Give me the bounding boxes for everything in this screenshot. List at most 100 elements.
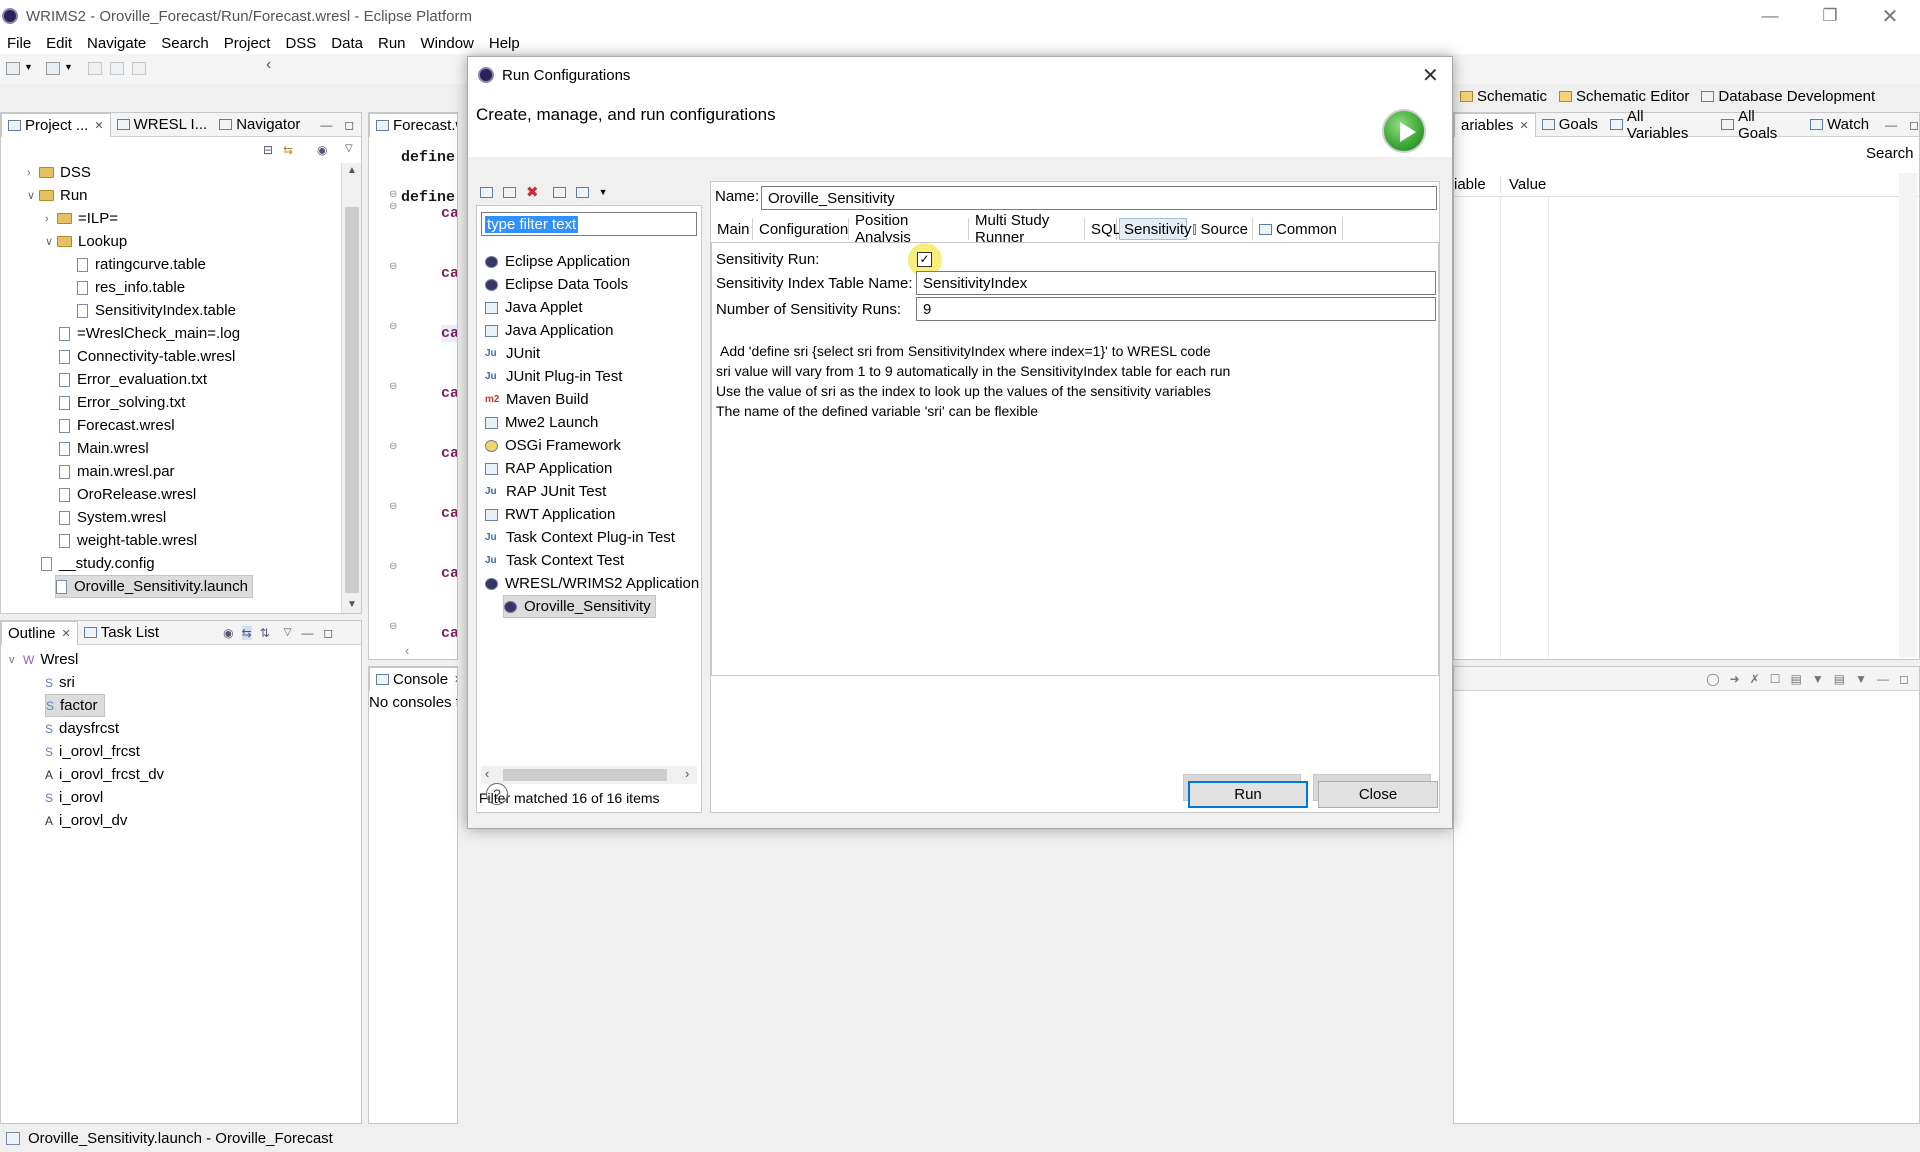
minimize-view-icon[interactable]: — <box>1885 118 1897 132</box>
perspective-database-development[interactable]: Database Development <box>1718 88 1875 105</box>
fold-icon[interactable]: ⊖ <box>389 381 397 392</box>
chevron-right-icon[interactable]: › <box>27 167 39 179</box>
close-icon[interactable]: ✕ <box>454 673 457 686</box>
outline-item[interactable]: Si_orovl_frcst <box>45 740 140 763</box>
launch-type-item[interactable]: Java Applet <box>485 296 583 319</box>
fold-icon[interactable]: ⊖ <box>389 441 397 452</box>
outline-item[interactable]: Sfactor <box>45 694 105 717</box>
tree-scrollbar[interactable]: ▲ ▼ <box>341 163 361 613</box>
chevron-down-icon[interactable]: ∨ <box>27 189 39 202</box>
tree-file[interactable]: OroRelease.wresl <box>59 483 196 506</box>
tree-file[interactable]: Connectivity-table.wresl <box>59 345 235 368</box>
filter-config-icon[interactable] <box>575 186 589 198</box>
close-icon[interactable]: ✕ <box>1520 119 1529 132</box>
fold-icon[interactable]: ⊖ <box>389 261 397 272</box>
scroll-left-icon[interactable]: ‹ <box>405 643 409 658</box>
remove-icon[interactable]: ✗ <box>1750 672 1760 686</box>
launch-type-item[interactable]: Ju JUnit <box>485 342 540 365</box>
outline-item[interactable]: Ssri <box>45 671 75 694</box>
tab-source[interactable]: Source <box>1189 218 1253 240</box>
tab-navigator[interactable]: Navigator <box>213 113 306 137</box>
close-window-icon[interactable]: ✕ <box>1860 0 1920 32</box>
fold-icon[interactable]: ⊖ <box>389 501 397 512</box>
tree-file[interactable]: Main.wresl <box>59 437 149 460</box>
step-icon[interactable]: ➜ <box>1730 672 1740 686</box>
tree-file[interactable]: ratingcurve.table <box>77 253 206 276</box>
launch-type-item[interactable]: Eclipse Application <box>485 250 630 273</box>
fold-icon[interactable]: ⊖ <box>389 321 397 332</box>
tree-file[interactable]: Oroville_Sensitivity.launch <box>55 575 253 598</box>
minimize-view-icon[interactable]: — <box>320 118 332 132</box>
fold-icon[interactable]: ⊖ <box>389 561 397 572</box>
chevron-down-icon[interactable]: ∨ <box>45 235 57 248</box>
outline-item[interactable]: Sdaysfrcst <box>45 717 119 740</box>
chevron-right-icon[interactable]: › <box>45 213 57 225</box>
fold-icon[interactable]: ⊖ <box>389 189 397 200</box>
maximize-view-icon[interactable]: ◻ <box>323 626 333 640</box>
tab-all-goals[interactable]: All Goals <box>1715 108 1804 142</box>
column-variable[interactable]: iable <box>1454 176 1500 193</box>
launch-type-item[interactable]: Mwe2 Launch <box>485 411 598 434</box>
help-icon[interactable]: ? <box>486 783 508 805</box>
tab-forecast-wresl[interactable]: Forecast.wre <box>369 113 457 137</box>
delete-config-icon[interactable]: ✖ <box>526 183 539 201</box>
list-h-scrollbar[interactable]: ‹ › <box>481 766 697 784</box>
sensitivity-run-checkbox[interactable]: ✓ <box>917 252 932 267</box>
search-label[interactable]: Search <box>1866 145 1914 162</box>
terminate-icon[interactable]: ◯ <box>1706 672 1719 686</box>
save-all-icon[interactable] <box>110 62 124 75</box>
restore-icon[interactable]: ❐ <box>1800 0 1860 32</box>
chevron-down-icon[interactable]: ▼ <box>599 187 608 197</box>
tree-file[interactable]: Error_solving.txt <box>59 391 185 414</box>
tree-file[interactable]: System.wresl <box>59 506 166 529</box>
launch-type-item[interactable]: RAP Application <box>485 457 612 480</box>
tab-console[interactable]: Console ✕ <box>369 667 457 691</box>
tree-file[interactable]: SensitivityIndex.table <box>77 299 236 322</box>
chevron-down-icon[interactable]: ▼ <box>64 62 73 72</box>
minimize-icon[interactable]: — <box>1740 0 1800 32</box>
tab-wresl[interactable]: WRESL I... <box>111 113 214 137</box>
tab-sensitivity[interactable]: Sensitivity <box>1119 218 1192 240</box>
chevron-down-icon[interactable]: ▼ <box>1812 672 1824 686</box>
new-project-icon[interactable] <box>46 62 60 75</box>
link-outline-icon[interactable]: ⇆ <box>241 625 252 640</box>
menu-dss[interactable]: DSS <box>278 35 324 52</box>
launch-type-item[interactable]: Ju Task Context Plug-in Test <box>485 526 675 549</box>
tab-multi-study-runner[interactable]: Multi Study Runner <box>971 212 1085 246</box>
tree-file[interactable]: weight-table.wresl <box>59 529 197 552</box>
tree-folder[interactable]: ∨ Run <box>27 184 88 207</box>
menu-run[interactable]: Run <box>371 35 414 52</box>
chevron-down-icon[interactable]: ▼ <box>24 62 33 72</box>
column-value[interactable]: Value <box>1500 176 1600 193</box>
tab-goals[interactable]: Goals <box>1536 113 1604 137</box>
filter-input[interactable]: type filter text <box>481 212 697 236</box>
chevron-down-icon[interactable]: ▼ <box>1855 672 1867 686</box>
tree-file[interactable]: main.wresl.par <box>59 460 175 483</box>
scrollbar-thumb[interactable] <box>503 769 667 781</box>
name-input[interactable]: Oroville_Sensitivity <box>761 186 1437 210</box>
view-menu-icon[interactable]: ▽ <box>345 143 353 154</box>
tree-file[interactable]: Error_evaluation.txt <box>59 368 207 391</box>
fold-icon[interactable]: ⊖ <box>389 621 397 632</box>
minimize-view-icon[interactable]: — <box>301 626 313 640</box>
print-icon[interactable] <box>132 62 146 75</box>
outline-root[interactable]: v W Wresl <box>9 648 78 671</box>
launch-type-item[interactable]: m2 Maven Build <box>485 388 589 411</box>
launch-type-item[interactable]: Eclipse Data Tools <box>485 273 628 296</box>
menu-navigate[interactable]: Navigate <box>80 35 154 52</box>
menu-edit[interactable]: Edit <box>39 35 80 52</box>
tab-sql[interactable]: SQL <box>1087 218 1121 240</box>
tab-position-analysis[interactable]: Position Analysis <box>851 212 969 246</box>
scrollbar-thumb[interactable] <box>345 207 359 593</box>
launch-type-item[interactable]: Ju RAP JUnit Test <box>485 480 606 503</box>
launch-type-item[interactable]: WRESL/WRIMS2 Application <box>485 572 699 595</box>
new-config-icon[interactable] <box>480 186 493 198</box>
outline-item[interactable]: Ai_orovl_frcst_dv <box>45 763 164 786</box>
perspective-schematic-editor[interactable]: Schematic Editor <box>1576 88 1689 105</box>
view-menu-icon[interactable]: ▽ <box>284 627 292 638</box>
tree-file[interactable]: __study.config <box>41 552 155 575</box>
tab-watch[interactable]: Watch <box>1804 113 1875 137</box>
back-icon[interactable]: ‹ <box>266 56 271 74</box>
tree-file[interactable]: res_info.table <box>77 276 185 299</box>
tree-folder[interactable]: › =ILP= <box>45 207 118 230</box>
